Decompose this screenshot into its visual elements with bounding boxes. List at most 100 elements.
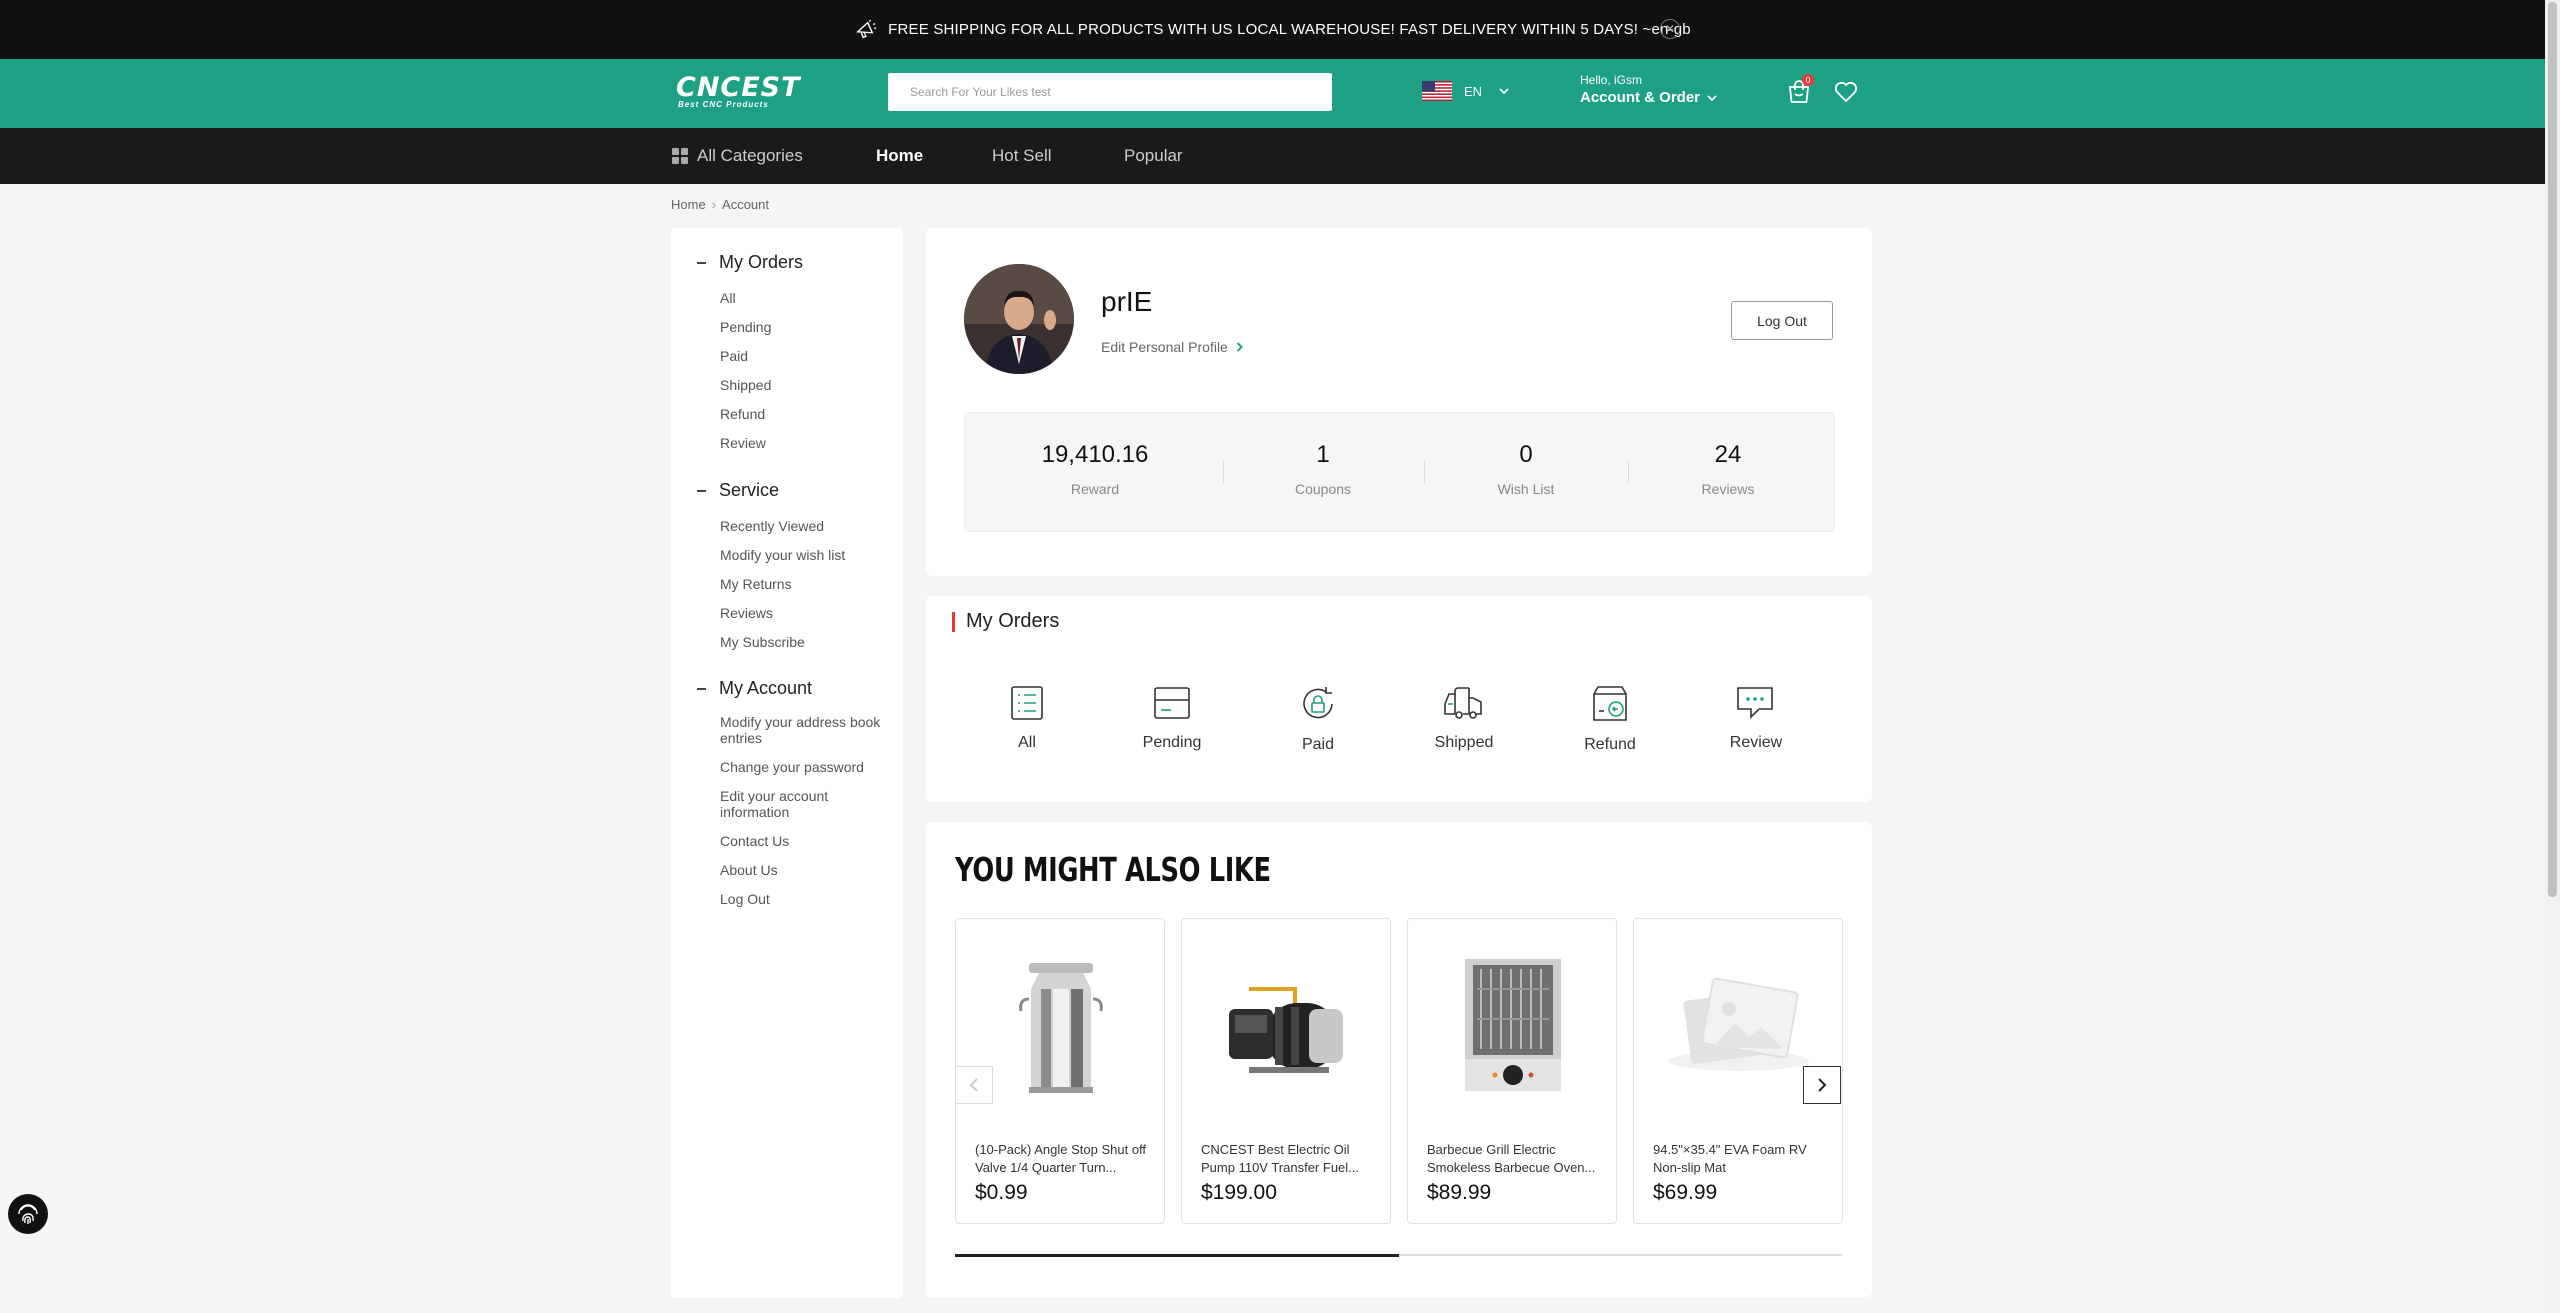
chevron-right-icon: [1236, 342, 1243, 352]
sidebar-group-service[interactable]: Service: [697, 480, 779, 501]
breadcrumb-home[interactable]: Home: [671, 197, 706, 212]
stat-label: Reviews: [1701, 481, 1755, 497]
nav-home[interactable]: Home: [876, 128, 923, 184]
sidebar-group-my-account[interactable]: My Account: [697, 678, 812, 699]
chat-bubble-icon: [1737, 687, 1773, 719]
carousel-next-button[interactable]: [1803, 1066, 1841, 1104]
site-header: CNCEST Best CNC Products EN Hello, iGsm …: [0, 59, 2545, 128]
order-status-label: Paid: [1301, 736, 1335, 753]
heart-icon: [1834, 81, 1858, 103]
megaphone-icon: [856, 19, 877, 38]
stat-reward[interactable]: 19,410.16 Reward: [965, 413, 1225, 533]
search-input[interactable]: [888, 73, 1332, 111]
sidebar-item-edit-account[interactable]: Edit your account information: [720, 788, 890, 820]
nav-hot-sell[interactable]: Hot Sell: [992, 128, 1052, 184]
page-scrollbar[interactable]: [2545, 0, 2560, 1313]
recommendations-title: YOU MIGHT ALSO LIKE: [955, 850, 1271, 889]
cart-button[interactable]: 0: [1786, 74, 1814, 105]
order-status-label: Shipped: [1434, 734, 1494, 751]
product-name: 94.5"×35.4" EVA Foam RV Non-slip Mat: [1653, 1142, 1807, 1175]
order-status-review[interactable]: Review: [1706, 684, 1806, 752]
logout-button[interactable]: Log Out: [1731, 301, 1833, 340]
order-status-pending[interactable]: Pending: [1122, 684, 1222, 752]
order-status-refund[interactable]: Refund: [1560, 684, 1660, 754]
refresh-lock-icon: [1303, 687, 1333, 719]
product-name: Barbecue Grill Electric Smokeless Barbec…: [1427, 1142, 1596, 1175]
order-status-paid[interactable]: Paid: [1268, 684, 1368, 754]
all-categories-menu[interactable]: All Categories: [671, 128, 803, 184]
username: prIE: [1101, 286, 1153, 317]
sidebar-item-refund[interactable]: Refund: [720, 406, 890, 422]
order-status-label: Refund: [1584, 736, 1636, 753]
wishlist-button[interactable]: [1834, 81, 1858, 103]
privacy-settings-button[interactable]: [8, 1194, 48, 1234]
sidebar-item-pending[interactable]: Pending: [720, 319, 890, 335]
nav-popular[interactable]: Popular: [1124, 128, 1183, 184]
stat-coupons[interactable]: 1 Coupons: [1223, 413, 1423, 533]
heading-accent-bar: [952, 611, 955, 632]
sidebar-item-my-returns[interactable]: My Returns: [720, 576, 890, 592]
carousel-progress-track: [955, 1253, 1842, 1257]
sidebar-group-my-orders[interactable]: My Orders: [697, 252, 803, 273]
breadcrumb-separator: ›: [711, 197, 717, 212]
refund-box-icon: [1593, 686, 1627, 721]
stat-value: 24: [1714, 441, 1742, 468]
sidebar-item-paid[interactable]: Paid: [720, 348, 890, 364]
sidebar-group-title: Service: [719, 480, 780, 500]
sidebar-item-my-subscribe[interactable]: My Subscribe: [720, 634, 890, 650]
collapse-icon: [697, 489, 706, 492]
close-announcement-button[interactable]: ✕: [1660, 19, 1680, 39]
sidebar-item-shipped[interactable]: Shipped: [720, 377, 890, 393]
language-selector[interactable]: EN: [1422, 81, 1510, 101]
sidebar-item-address-book[interactable]: Modify your address book entries: [720, 714, 890, 746]
account-sidebar: My Orders All Pending Paid Shipped Refun…: [671, 228, 903, 1298]
sidebar-item-log-out[interactable]: Log Out: [720, 891, 890, 907]
sidebar-item-modify-wish-list[interactable]: Modify your wish list: [720, 547, 890, 563]
product-price: $69.99: [1653, 1181, 1718, 1204]
stat-reviews[interactable]: 24 Reviews: [1628, 413, 1828, 533]
categories-grid-icon: [672, 148, 688, 164]
sidebar-item-review[interactable]: Review: [720, 435, 890, 451]
account-menu[interactable]: Hello, iGsm Account & Order: [1580, 73, 1718, 106]
product-name: (10-Pack) Angle Stop Shut off Valve 1/4 …: [975, 1142, 1147, 1175]
avatar[interactable]: [964, 264, 1074, 374]
account-stats: 19,410.16 Reward 1 Coupons 0 Wish List 2…: [964, 412, 1835, 532]
product-price: $89.99: [1427, 1181, 1492, 1204]
stat-value: 1: [1316, 441, 1330, 468]
sidebar-item-change-password[interactable]: Change your password: [720, 759, 890, 775]
collapse-icon: [697, 687, 706, 690]
account-order-label: Account & Order: [1580, 89, 1718, 106]
profile-card: prIE Edit Personal Profile Log Out 19,41…: [926, 228, 1872, 576]
my-orders-title: My Orders: [966, 610, 1060, 632]
greeting: Hello, iGsm: [1580, 73, 1643, 87]
sidebar-item-all[interactable]: All: [720, 290, 890, 306]
language-label: EN: [1464, 83, 1483, 99]
sidebar-item-contact-us[interactable]: Contact Us: [720, 833, 890, 849]
sidebar-group-title: My Account: [719, 678, 813, 698]
collapse-icon: [697, 261, 706, 264]
product-card[interactable]: CNCEST Best Electric Oil Pump 110V Trans…: [1181, 918, 1391, 1224]
stat-value: 0: [1519, 441, 1533, 468]
carousel-prev-button[interactable]: [955, 1066, 993, 1104]
all-categories-label: All Categories: [697, 146, 803, 165]
cart-count-badge: 0: [1802, 74, 1814, 86]
sidebar-item-reviews[interactable]: Reviews: [720, 605, 890, 621]
order-status-label: Review: [1729, 734, 1783, 751]
card-icon: [1154, 687, 1190, 719]
product-card[interactable]: Barbecue Grill Electric Smokeless Barbec…: [1407, 918, 1617, 1224]
stat-label: Reward: [1070, 481, 1120, 497]
edit-profile-link[interactable]: Edit Personal Profile: [1101, 339, 1243, 355]
order-status-shipped[interactable]: Shipped: [1414, 684, 1514, 752]
product-price: $199.00: [1201, 1181, 1277, 1204]
stat-wish-list[interactable]: 0 Wish List: [1424, 413, 1628, 533]
sidebar-item-about-us[interactable]: About Us: [720, 862, 890, 878]
chevron-left-icon: [969, 1078, 978, 1092]
announcement-bar: FREE SHIPPING FOR ALL PRODUCTS WITH US L…: [0, 0, 2545, 59]
order-status-all[interactable]: All: [977, 684, 1077, 752]
logo[interactable]: CNCEST Best CNC Products: [676, 74, 816, 115]
sidebar-item-recently-viewed[interactable]: Recently Viewed: [720, 518, 890, 534]
product-name: CNCEST Best Electric Oil Pump 110V Trans…: [1201, 1142, 1359, 1175]
scrollbar-thumb[interactable]: [2548, 2, 2557, 897]
chevron-down-icon: [1707, 94, 1717, 101]
my-orders-heading: My Orders: [952, 610, 1059, 633]
